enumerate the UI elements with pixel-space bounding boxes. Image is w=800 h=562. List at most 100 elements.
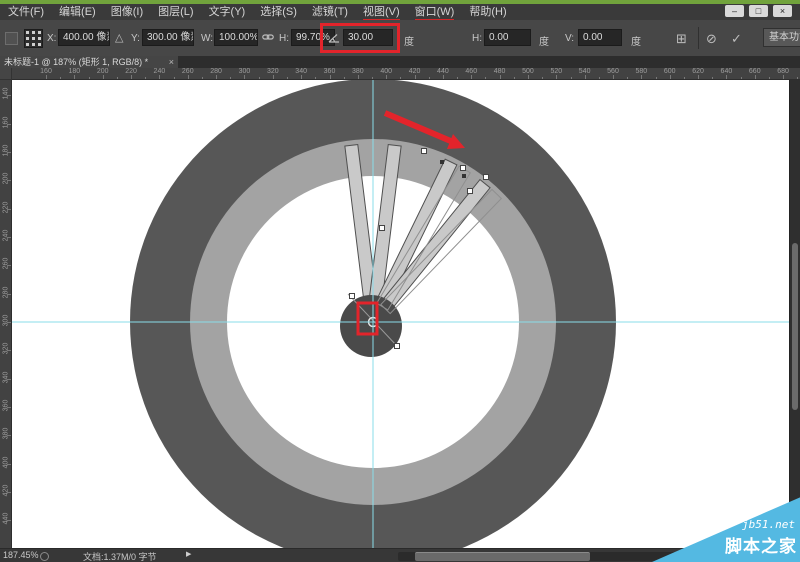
ruler-tick [7,124,11,125]
ruler-h-label: 660 [749,68,761,75]
ruler-v-label: 260 [3,254,10,274]
menu-item-6[interactable]: 滤镜(T) [312,3,348,21]
ruler-tick [117,77,118,79]
ruler-v-label: 220 [3,197,10,217]
ruler-tick [60,77,61,79]
ruler-h-label: 260 [182,68,194,75]
ruler-tick [599,77,600,79]
ruler-v-label: 380 [3,424,10,444]
ruler-tick [7,407,11,408]
ruler-tick [358,75,359,79]
watermark-site: jb51.net [742,518,795,531]
ruler-tick [400,77,401,79]
menu-item-0[interactable]: 文件(F) [8,3,44,21]
tab-close-icon[interactable]: × [169,56,174,68]
menu-item-8[interactable]: 窗口(W) [415,3,455,21]
transform-handle[interactable] [468,189,473,194]
document-tab-bar: 未标题-1 @ 187% (矩形 1, RGB/8) * × [0,56,800,68]
ruler-v-label: 420 [3,481,10,501]
menu-item-3[interactable]: 图层(L) [158,3,193,21]
v-skew-unit: 度 [631,33,641,48]
ruler-tick [656,77,657,79]
link-dimensions-icon[interactable] [262,32,274,45]
warp-mode-icon[interactable]: ⊞ [676,31,687,47]
transform-handle[interactable] [484,175,489,180]
y-input[interactable]: 300.00 像素 [142,29,194,46]
x-label: X: [47,33,56,44]
horizontal-scrollbar[interactable] [398,552,690,561]
maximize-button[interactable]: □ [749,5,768,17]
ruler-tick [259,77,260,79]
ruler-tick [159,75,160,79]
photoshop-window: 文件(F) 编辑(E) 图像(I) 图层(L) 文字(Y) 选择(S) 滤镜(T) 视图(V)… [0,0,800,562]
ruler-tick [131,75,132,79]
transform-handle[interactable] [422,149,427,154]
ruler-tick [7,435,11,436]
menu-item-1[interactable]: 编辑(E) [59,3,96,21]
horizontal-scrollbar-thumb[interactable] [415,552,590,561]
rotation-angle-input[interactable]: 30.00 [343,29,393,46]
menu-item-5[interactable]: 选择(S) [260,3,297,21]
transform-handle[interactable] [395,344,400,349]
ruler-h-label: 500 [522,68,534,75]
ruler-tick [7,209,11,210]
transform-handle[interactable] [461,166,466,171]
menu-item-4[interactable]: 文字(Y) [209,3,246,21]
anchor-point[interactable] [462,174,466,178]
tool-preset-icon[interactable] [5,32,18,45]
ruler-tick [698,75,699,79]
ruler-h-label: 180 [69,68,81,75]
zoom-level-field[interactable]: 187.45% [3,550,39,560]
reference-point-locator-icon[interactable] [24,29,43,48]
ruler-v-label: 400 [3,452,10,472]
transform-options-bar: X: 400.00 像素 △ Y: 300.00 像素 W: 100.00% H… [0,20,800,57]
menu-item-9[interactable]: 帮助(H) [469,3,506,21]
ruler-tick [244,75,245,79]
rotate-angle-icon [328,33,340,46]
workspace-button[interactable]: 基本功能 [763,28,800,47]
menu-item-7[interactable]: 视图(V) [363,3,400,21]
transform-handle[interactable] [350,294,355,299]
ruler-v-label: 180 [3,140,10,160]
status-flyout-icon[interactable]: ▶ [186,550,191,558]
cancel-transform-icon[interactable]: ⊘ [706,31,717,47]
artwork-svg [12,80,789,548]
ruler-v-label: 160 [3,112,10,132]
w-label: W: [201,33,213,44]
x-input[interactable]: 400.00 像素 [58,29,110,46]
minimize-button[interactable]: – [725,5,744,17]
commit-transform-icon[interactable]: ✓ [731,31,742,47]
anchor-point[interactable] [440,160,444,164]
ruler-tick [7,95,11,96]
ruler-tick [641,75,642,79]
ruler-origin-corner[interactable] [0,68,12,80]
ruler-tick [103,75,104,79]
ruler-tick [330,75,331,79]
ruler-tick [585,75,586,79]
ruler-tick [726,75,727,79]
h-skew-input[interactable]: 0.00 [484,29,531,46]
ruler-tick [7,520,11,521]
document-canvas[interactable] [12,80,789,548]
menu-item-2[interactable]: 图像(I) [111,3,143,21]
ruler-tick [287,77,288,79]
ruler-tick [7,265,11,266]
close-button[interactable]: × [773,5,792,17]
vertical-scrollbar[interactable] [789,80,800,548]
ruler-h-label: 300 [239,68,251,75]
vertical-ruler[interactable]: 1401601802002202402602803003203403603804… [0,80,12,548]
ruler-h-label: 600 [664,68,676,75]
vertical-scrollbar-thumb[interactable] [792,243,798,410]
ruler-tick [613,75,614,79]
w-input[interactable]: 100.00% [214,29,258,46]
horizontal-ruler[interactable]: 1601802002202402602803003203403603804004… [12,68,800,80]
ruler-tick [500,75,501,79]
ruler-h-label: 680 [777,68,789,75]
document-size-info: 文档:1.37M/0 字节 [83,550,157,562]
document-tab[interactable]: 未标题-1 @ 187% (矩形 1, RGB/8) * × [0,56,178,68]
transform-handle[interactable] [380,226,385,231]
status-circle-icon [40,552,49,561]
v-skew-input[interactable]: 0.00 [578,29,622,46]
ruler-h-label: 520 [550,68,562,75]
relative-position-icon[interactable]: △ [115,31,123,44]
